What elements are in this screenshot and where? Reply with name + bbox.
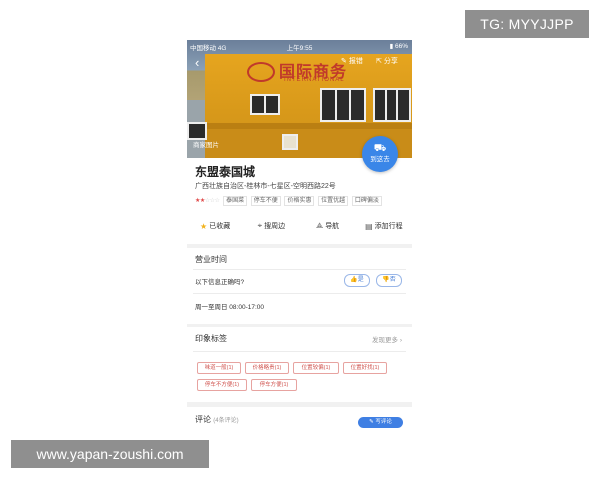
write-review-button[interactable]: ✎ 写评论 [358,417,403,428]
place-tag: 停车不便 [250,196,281,206]
clock: 上午9:55 [286,45,313,52]
info-question: 以下信息正确吗? [195,279,245,286]
goto-label: 到这去 [370,156,390,163]
impression-tag[interactable]: 位置好找(1) [343,362,387,374]
window [320,88,366,122]
discover-more-link[interactable]: 发现更多 › [372,334,402,344]
window [250,94,280,115]
window [187,122,207,140]
report-button[interactable]: ✎ 报错 [339,55,365,69]
navigate-button[interactable]: ⟁ 导航 [300,213,356,239]
phone-screen: 国际商务 INTERNATIONAL 中国移动 4G 上午9:55 ▮ 66% … [187,40,412,440]
watermark-bottom: www.yapan-zoushi.com [11,440,209,468]
place-name: 东盟泰国城 [195,165,256,179]
divider [193,269,406,270]
status-bar: 中国移动 4G 上午9:55 ▮ 66% [187,40,412,52]
sign-logo [247,62,275,82]
watermark-top: TG: MYYJJPP [465,10,589,38]
thumbs-down-icon: 👎 [382,277,390,283]
star-icon: ★ [200,221,208,231]
share-label: 分享 [383,58,398,65]
car-icon: ⛟ [373,143,387,154]
impression-tag[interactable]: 停车不方便(1) [197,379,247,391]
location-pin-icon: ⌖ [257,221,263,230]
divider [193,293,406,294]
review-count: (4条评论) [213,418,239,424]
calendar-icon: ▤ [365,221,373,231]
place-tag: 泰国菜 [223,196,248,206]
battery-level: ▮ 66% [389,43,408,50]
hours-title: 营业时间 [195,255,227,264]
divider [193,351,406,352]
nearby-search-button[interactable]: ⌖ 搜周边 [243,213,299,239]
window [282,134,298,150]
place-tag: 位置优越 [318,196,349,206]
place-tag: 口碑偏淡 [351,196,382,206]
photo-label[interactable]: 商家图片 [193,139,219,149]
hours-schedule: 周一至周日 08:00-17:00 [195,304,265,311]
back-button[interactable]: ‹ [195,56,199,69]
thumbs-up-icon: 👍 [350,277,358,283]
impression-tag[interactable]: 停车方便(1) [251,379,297,391]
place-address: 广西壮族自治区-桂林市-七星区-空明西路22号 [195,183,336,190]
rating-stars: ★★☆☆☆ [195,198,220,204]
share-button[interactable]: ⇱ 分享 [374,55,400,69]
impression-tag[interactable]: 位置较偏(1) [293,362,339,374]
chevron-right-icon: › [399,337,402,344]
vote-no-button[interactable]: 👎否 [376,274,402,287]
building-sign-sub: INTERNATIONAL [284,77,345,83]
add-itinerary-button[interactable]: ▤ 添加行程 [356,213,412,239]
impression-tag[interactable]: 价格略贵(1) [245,362,289,374]
place-tags: ★★☆☆☆ 泰国菜 停车不便 价格实惠 位置优越 口碑偏淡 [195,196,382,206]
navigation-icon: ⟁ [316,221,324,230]
action-bar: ★ 已收藏 ⌖ 搜周边 ⟁ 导航 ▤ 添加行程 [187,213,412,239]
vote-yes-button[interactable]: 👍是 [344,274,370,287]
share-icon: ⇱ [376,58,382,65]
place-tag: 价格实惠 [284,196,315,206]
impression-tag[interactable]: 味道一般(1) [197,362,241,374]
edit-icon: ✎ [341,58,347,65]
impressions-title: 印象标签 [195,334,227,343]
favorite-button[interactable]: ★ 已收藏 [187,213,243,239]
chevron-left-icon: ‹ [195,55,200,70]
reviews-title: 评论 (4条评论) [195,415,239,424]
goto-button[interactable]: ⛟ 到这去 [362,136,398,172]
window [373,88,411,122]
report-label: 报错 [348,58,363,65]
